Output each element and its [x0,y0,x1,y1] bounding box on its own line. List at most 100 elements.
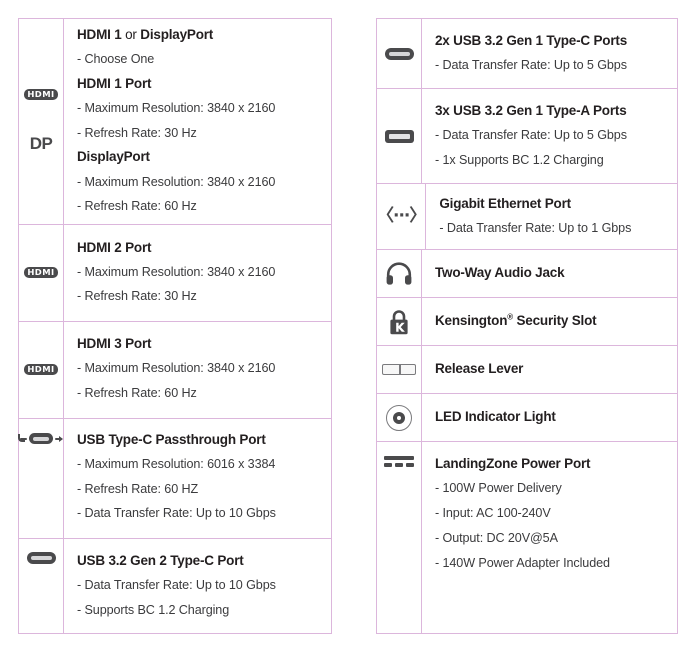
hdmi-logo-icon: HDMI [24,89,58,100]
row-line: - Input: AC 100-240V [435,505,551,520]
table-row: HDMI HDMI 3 Port - Maximum Resolution: 3… [19,321,331,419]
icon-cell: HDMI DP [19,19,63,224]
row-title-connector: or [121,26,141,42]
row-title: LED Indicator Light [435,408,556,424]
row-line: - 1x Supports BC 1.2 Charging [435,152,604,167]
icon-cell: HDMI [19,322,63,418]
icon-cell [377,346,421,393]
icon-cell [377,298,421,345]
table-row: 2x USB 3.2 Gen 1 Type-C Ports - Data Tra… [377,19,677,89]
power-dash [395,463,403,467]
row-title: LandingZone Power Port [435,456,591,471]
table-row: Release Lever [377,346,677,394]
hdmi-logo-text: HDMI [27,89,55,99]
table-row: 3x USB 3.2 Gen 1 Type-A Ports - Data Tra… [377,89,677,184]
text-cell: 2x USB 3.2 Gen 1 Type-C Ports - Data Tra… [421,19,677,88]
text-cell: LandingZone Power Port - 100W Power Deli… [421,442,677,633]
text-cell: 3x USB 3.2 Gen 1 Type-A Ports - Data Tra… [421,89,677,183]
table-row: LED Indicator Light [377,394,677,442]
row-line: - Maximum Resolution: 3840 x 2160 [77,174,276,189]
row-line: - Data Transfer Rate: Up to 5 Gbps [435,127,627,142]
sub-block-heading: HDMI 1 Port [77,75,152,91]
row-title-rest: Security Slot [512,312,597,328]
row-line: - Refresh Rate: 30 Hz [77,125,197,140]
text-cell: USB Type-C Passthrough Port - Maximum Re… [63,418,331,539]
row-line: - Maximum Resolution: 3840 x 2160 [77,264,276,279]
cable-lead-left [18,433,27,442]
row-line: - Data Transfer Rate: Up to 10 Gbps [77,506,276,521]
power-dash [384,463,392,467]
row-line: - 140W Power Adapter Included [435,555,610,570]
video-ports-table: HDMI DP HDMI 1 or DisplayPort - Choose O… [18,18,332,634]
usb-type-c-passthrough-icon [18,431,63,447]
port-specification-sheet: HDMI DP HDMI 1 or DisplayPort - Choose O… [0,0,700,648]
headphone-icon [386,261,412,285]
row-title: USB Type-C Passthrough Port [77,431,266,447]
row-line: - Supports BC 1.2 Charging [77,603,230,618]
text-cell: HDMI 1 or DisplayPort - Choose One HDMI … [63,19,331,224]
text-cell: Kensington® Security Slot [421,298,677,345]
row-line: - Maximum Resolution: 3840 x 2160 [77,100,276,115]
text-cell: LED Indicator Light [421,394,677,441]
table-row: 〈···〉 Gigabit Ethernet Port - Data Trans… [377,184,677,250]
led-dot [393,411,405,424]
row-line: - Data Transfer Rate: Up to 1 Gbps [439,220,632,235]
row-title: Gigabit Ethernet Port [439,195,571,211]
icon-cell [377,394,421,441]
row-line: - Data Transfer Rate: Up to 10 Gbps [77,578,276,593]
row-title-main: HDMI 1 [77,26,122,42]
peripheral-ports-table: 2x USB 3.2 Gen 1 Type-C Ports - Data Tra… [376,18,678,634]
row-title: HDMI 1 or DisplayPort [77,26,321,44]
text-cell: HDMI 2 Port - Maximum Resolution: 3840 x… [63,225,331,321]
lock-icon [390,309,408,334]
table-row: HDMI HDMI 2 Port - Maximum Resolution: 3… [19,225,331,322]
icon-cell [18,419,63,539]
hdmi-logo-text: HDMI [27,364,55,374]
displayport-icon: DP [29,134,53,153]
row-title: 3x USB 3.2 Gen 1 Type-A Ports [435,102,627,118]
row-title: HDMI 3 Port [77,336,152,352]
text-cell: Release Lever [421,346,677,393]
table-row: LandingZone Power Port - 100W Power Deli… [377,442,677,633]
row-title-main: Kensington [435,312,508,328]
icon-cell [377,19,421,88]
row-line: - Output: DC 20V@5A [435,530,558,545]
row-title: 2x USB 3.2 Gen 1 Type-C Ports [435,32,628,48]
power-port-icon [384,456,414,467]
row-title: Kensington® Security Slot [435,312,667,330]
hdmi-logo-icon: HDMI [24,267,58,279]
icon-cell [377,442,421,633]
text-cell: Two-Way Audio Jack [421,250,677,297]
row-line: - Choose One [77,51,155,66]
power-bar [384,456,414,460]
row-line: - Refresh Rate: 30 Hz [77,289,197,304]
icon-cell [19,539,63,633]
power-dashes [384,463,414,467]
row-title: Release Lever [435,360,524,376]
table-row: Kensington® Security Slot [377,298,677,346]
sub-block-heading: DisplayPort [77,149,150,165]
text-cell: Gigabit Ethernet Port - Data Transfer Ra… [425,184,677,249]
row-line: - Refresh Rate: 60 Hz [77,199,197,214]
row-title-alt: DisplayPort [140,26,214,42]
icon-cell [377,250,421,297]
row-line: - Maximum Resolution: 3840 x 2160 [77,361,276,376]
row-line: - Refresh Rate: 60 HZ [77,481,199,496]
icon-cell: HDMI [19,225,63,321]
table-row: USB 3.2 Gen 2 Type-C Port - Data Transfe… [19,539,331,634]
power-dash [406,463,414,467]
led-indicator-icon [386,404,412,431]
table-row: HDMI DP HDMI 1 or DisplayPort - Choose O… [19,19,331,225]
table-row: USB Type-C Passthrough Port - Maximum Re… [18,418,331,540]
row-line: - 100W Power Delivery [435,481,562,496]
row-title: HDMI 2 Port [77,239,152,255]
usb-type-c-icon [26,552,56,565]
row-title: Two-Way Audio Jack [435,264,565,280]
text-cell: USB 3.2 Gen 2 Type-C Port - Data Transfe… [63,539,331,634]
cable-lead-right [55,437,62,440]
text-cell: HDMI 3 Port - Maximum Resolution: 3840 x… [63,321,331,418]
row-line: - Refresh Rate: 60 Hz [77,386,197,401]
ethernet-icon: 〈···〉 [377,206,426,226]
row-title: USB 3.2 Gen 2 Type-C Port [77,553,244,569]
row-line: - Maximum Resolution: 6016 x 3384 [77,456,276,471]
